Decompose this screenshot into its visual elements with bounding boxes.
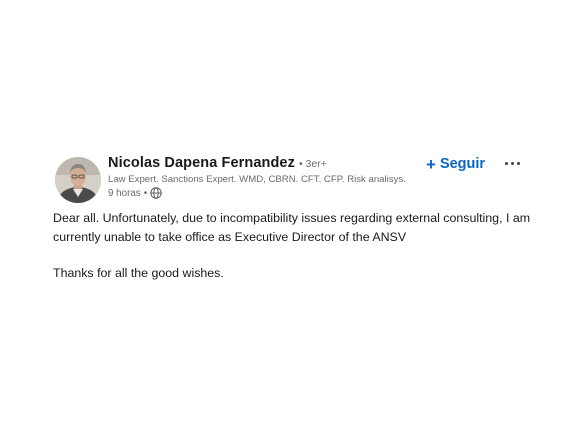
connection-degree: • 3er+ xyxy=(298,158,327,170)
more-options-button[interactable] xyxy=(501,153,523,173)
author-name-row: Nicolas Dapena Fernandez • 3er+ xyxy=(108,155,428,171)
plus-icon: + xyxy=(426,154,436,174)
avatar-photo xyxy=(55,157,101,203)
globe-icon xyxy=(150,187,162,199)
follow-label: Seguir xyxy=(439,156,486,172)
post-time[interactable]: 9 horas xyxy=(108,188,141,199)
post-paragraph: Thanks for all the good wishes. xyxy=(53,266,224,280)
follow-button[interactable]: + Seguir xyxy=(426,154,485,174)
meta-separator: • xyxy=(143,187,148,199)
feed-post: Nicolas Dapena Fernandez • 3er+ Law Expe… xyxy=(0,0,577,439)
author-headline: Law Expert. Sanctions Expert. WMD, CBRN.… xyxy=(108,174,406,185)
post-meta: 9 horas • xyxy=(108,187,428,199)
post-header: Nicolas Dapena Fernandez • 3er+ Law Expe… xyxy=(108,155,428,199)
post-body: Dear all. Unfortunately, due to incompat… xyxy=(53,209,533,283)
post-paragraph: Dear all. Unfortunately, due to incompat… xyxy=(53,211,531,244)
ellipsis-icon xyxy=(504,161,520,165)
author-avatar[interactable] xyxy=(55,157,101,203)
author-name[interactable]: Nicolas Dapena Fernandez xyxy=(108,155,295,171)
